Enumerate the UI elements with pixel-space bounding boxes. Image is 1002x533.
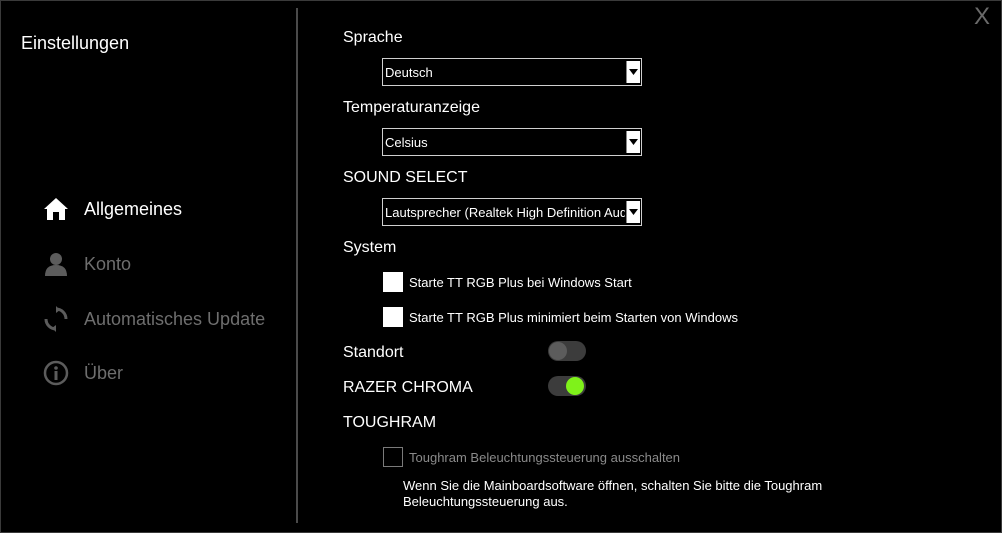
chevron-down-icon bbox=[626, 201, 640, 223]
start-minimized-checkbox[interactable]: Starte TT RGB Plus minimiert beim Starte… bbox=[383, 306, 738, 328]
sidebar-divider bbox=[296, 8, 298, 523]
toughram-note: Wenn Sie die Mainboardsoftware öffnen, s… bbox=[403, 478, 823, 509]
razer-chroma-toggle[interactable] bbox=[548, 376, 586, 396]
sidebar-item-label: Allgemeines bbox=[84, 198, 183, 219]
checkbox[interactable] bbox=[383, 307, 403, 327]
sidebar-item-general[interactable]: Allgemeines bbox=[42, 194, 182, 224]
toggle-knob bbox=[549, 342, 567, 360]
location-label: Standort bbox=[343, 344, 404, 361]
sound-value: Lautsprecher (Realtek High Definition Au… bbox=[385, 205, 625, 220]
temperature-label: Temperaturanzeige bbox=[343, 99, 480, 116]
chevron-down-icon bbox=[626, 61, 640, 83]
system-label: System bbox=[343, 239, 397, 256]
checkbox[interactable] bbox=[383, 447, 403, 467]
location-toggle[interactable] bbox=[548, 341, 586, 361]
close-button[interactable]: X bbox=[969, 4, 995, 30]
toughram-disable-checkbox[interactable]: Toughram Beleuchtungssteuerung ausschalt… bbox=[383, 446, 680, 468]
language-label: Sprache bbox=[343, 29, 403, 46]
sidebar-item-label: Über bbox=[84, 362, 124, 383]
checkbox[interactable] bbox=[383, 272, 403, 292]
start-with-windows-checkbox[interactable]: Starte TT RGB Plus bei Windows Start bbox=[383, 271, 632, 293]
user-icon bbox=[42, 250, 70, 278]
sidebar-item-label: Konto bbox=[84, 253, 132, 274]
refresh-icon bbox=[42, 305, 70, 333]
temperature-select[interactable]: Celsius bbox=[382, 128, 642, 156]
home-icon bbox=[42, 195, 70, 223]
chevron-down-icon bbox=[626, 131, 640, 153]
checkbox-label: Toughram Beleuchtungssteuerung ausschalt… bbox=[409, 449, 681, 465]
sidebar-item-about[interactable]: Über bbox=[42, 358, 123, 388]
sidebar-item-auto-update[interactable]: Automatisches Update bbox=[42, 304, 265, 334]
checkbox-label: Starte TT RGB Plus bei Windows Start bbox=[409, 274, 632, 290]
language-value: Deutsch bbox=[385, 65, 433, 80]
toggle-knob bbox=[566, 377, 584, 395]
sound-select[interactable]: Lautsprecher (Realtek High Definition Au… bbox=[382, 198, 642, 226]
language-select[interactable]: Deutsch bbox=[382, 58, 642, 86]
info-icon bbox=[42, 359, 70, 387]
settings-title: Einstellungen bbox=[21, 33, 130, 53]
sidebar-item-account[interactable]: Konto bbox=[42, 249, 131, 279]
temperature-value: Celsius bbox=[385, 135, 428, 150]
sidebar-item-label: Automatisches Update bbox=[84, 308, 266, 329]
checkbox-label: Starte TT RGB Plus minimiert beim Starte… bbox=[409, 309, 738, 325]
toughram-label: TOUGHRAM bbox=[343, 414, 437, 431]
sound-select-label: SOUND SELECT bbox=[343, 169, 468, 186]
razer-chroma-label: RAZER CHROMA bbox=[343, 379, 473, 396]
